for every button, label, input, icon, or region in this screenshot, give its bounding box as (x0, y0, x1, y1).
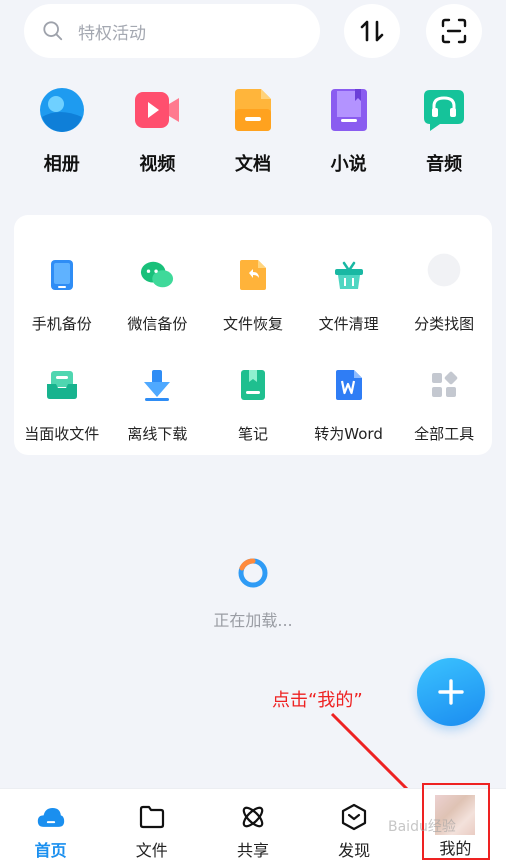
category-label: 音频 (426, 154, 463, 175)
tool-notes[interactable]: 笔记 (205, 367, 301, 444)
discover-box-icon (340, 803, 368, 831)
scan-button[interactable] (426, 4, 482, 58)
loading-text: 正在加载... (213, 611, 293, 630)
inbox-tray-icon (45, 367, 79, 403)
nav-files[interactable]: 文件 (101, 789, 202, 864)
tools-card: 手机备份 微信备份 文件恢复 文件清理 分类找图 当面收文件 离线下载 笔记 转… (14, 215, 492, 455)
nav-home[interactable]: 首页 (0, 789, 101, 864)
nav-label: 文件 (135, 841, 168, 860)
search-placeholder: 特权活动 (78, 23, 146, 44)
tool-file-cleanup[interactable]: 文件清理 (301, 257, 397, 334)
plus-icon (438, 679, 464, 705)
tool-receive-files[interactable]: 当面收文件 (14, 367, 110, 444)
tool-label: 当面收文件 (24, 425, 100, 443)
tool-label: 转为Word (314, 425, 383, 443)
tool-label: 全部工具 (414, 425, 475, 443)
nav-share[interactable]: 共享 (202, 789, 303, 864)
loading-spinner-icon (238, 558, 268, 588)
home-cloud-icon (37, 803, 65, 831)
tool-all-tools[interactable]: 全部工具 (396, 367, 492, 444)
category-row: 相册 视频 文档 小说 音频 (14, 86, 492, 176)
wechat-icon (140, 257, 174, 293)
tool-label: 微信备份 (127, 315, 188, 333)
transfer-arrows-icon (360, 20, 384, 42)
tool-label: 文件清理 (318, 315, 379, 333)
add-button[interactable] (417, 658, 485, 726)
image-sort-icon (427, 253, 461, 293)
tool-label: 分类找图 (414, 315, 475, 333)
tool-label: 笔记 (237, 425, 268, 443)
tool-convert-word[interactable]: 转为Word (301, 367, 397, 444)
transfer-button[interactable] (344, 4, 400, 58)
category-video[interactable]: 视频 (110, 86, 206, 176)
tool-offline-download[interactable]: 离线下载 (110, 367, 206, 444)
document-icon (229, 86, 277, 134)
file-recovery-icon (236, 257, 270, 293)
search-icon (43, 21, 63, 41)
category-label: 视频 (139, 154, 176, 175)
word-doc-icon (332, 367, 366, 403)
photo-album-icon (38, 86, 86, 134)
category-document[interactable]: 文档 (205, 86, 301, 176)
video-icon (133, 86, 181, 134)
category-novel[interactable]: 小说 (301, 86, 397, 176)
annotation-text: 点击“我的” (272, 690, 363, 711)
cleanup-basket-icon (332, 257, 366, 293)
scan-icon (441, 18, 467, 44)
grid-apps-icon (427, 367, 461, 403)
note-bookmark-icon (236, 367, 270, 403)
nav-label: 共享 (236, 841, 269, 860)
watermark: Baidu经验 (388, 819, 456, 835)
share-orbit-icon (239, 803, 267, 831)
search-bar[interactable]: 特权活动 (24, 4, 320, 58)
category-label: 文档 (234, 154, 271, 175)
tool-label: 离线下载 (127, 425, 188, 443)
audio-headphone-icon (420, 86, 468, 134)
tools-row-2: 当面收文件 离线下载 笔记 转为Word 全部工具 (14, 367, 492, 444)
tool-label: 文件恢复 (222, 315, 283, 333)
nav-label: 发现 (338, 841, 371, 860)
category-photo[interactable]: 相册 (14, 86, 110, 176)
novel-book-icon (325, 86, 373, 134)
category-label: 小说 (330, 154, 367, 175)
folder-icon (138, 803, 166, 831)
tool-wechat-backup[interactable]: 微信备份 (110, 257, 206, 334)
tool-phone-backup[interactable]: 手机备份 (14, 257, 110, 334)
category-label: 相册 (43, 154, 80, 175)
tools-row-1: 手机备份 微信备份 文件恢复 文件清理 分类找图 (14, 253, 492, 334)
category-audio[interactable]: 音频 (396, 86, 492, 176)
phone-backup-icon (45, 257, 79, 293)
tool-file-recovery[interactable]: 文件恢复 (205, 257, 301, 334)
nav-label: 首页 (34, 841, 67, 860)
tool-image-sort[interactable]: 分类找图 (396, 253, 492, 334)
download-arrow-icon (140, 367, 174, 403)
tool-label: 手机备份 (31, 315, 92, 333)
